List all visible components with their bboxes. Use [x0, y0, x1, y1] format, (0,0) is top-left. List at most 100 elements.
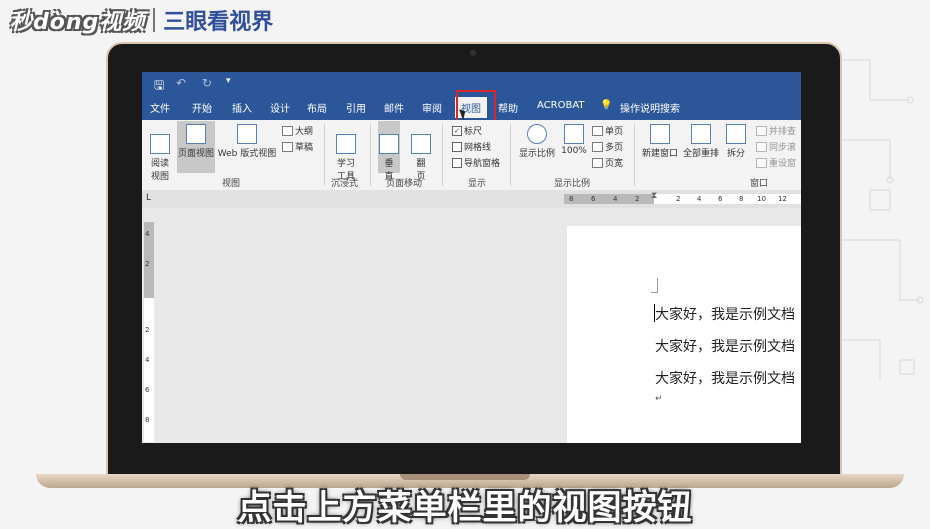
group-separator: [370, 124, 371, 186]
ruler-number: 8: [739, 195, 744, 203]
ruler-number: 6: [145, 386, 150, 394]
doc-line[interactable]: 大家好，我是示例文档: [655, 336, 795, 356]
margin-corner-mark: [651, 278, 658, 293]
laptop-camera: [470, 50, 476, 56]
page-width-label: 页宽: [605, 159, 624, 169]
group-immersive-label: 沉浸式: [331, 179, 359, 189]
page-view-label: 页面视图: [177, 149, 214, 159]
ruler-checkbox[interactable]: ✓ 标尺: [452, 124, 482, 137]
paragraph-mark: ↵: [655, 394, 663, 404]
page-width-icon: [592, 157, 603, 168]
group-separator: [634, 124, 635, 186]
split-icon: [726, 124, 746, 144]
multi-page-button[interactable]: 多页: [592, 140, 623, 153]
one-page-button[interactable]: 单页: [592, 124, 623, 137]
outline-button[interactable]: 大纲: [282, 124, 313, 137]
zoom-button[interactable]: 显示比例: [516, 124, 558, 159]
learning-tools-icon: [336, 134, 356, 154]
word-window: 🖫 ↶ ↻ ▾ 文件 开始 插入 设计 布局 引用 邮件 审阅 视图 帮助 AC…: [142, 72, 801, 443]
tab-review[interactable]: 审阅: [422, 100, 442, 115]
document-page[interactable]: 大家好，我是示例文档 大家好，我是示例文档 大家好，我是示例文档 ↵: [567, 226, 801, 443]
sync-scroll-button[interactable]: 同步滚: [756, 140, 796, 153]
nav-pane-checkbox[interactable]: 导航窗格: [452, 156, 500, 169]
one-page-icon: [592, 125, 603, 136]
read-view-icon: [150, 134, 170, 154]
gridlines-label: 网格线: [464, 143, 492, 153]
ruler-number: 4: [145, 356, 150, 364]
doc-line[interactable]: 大家好，我是示例文档: [655, 368, 795, 388]
multi-page-icon: [592, 141, 603, 152]
split-button[interactable]: 拆分: [724, 124, 748, 159]
magnifier-icon: [527, 124, 547, 144]
draft-icon: [282, 141, 293, 152]
group-zoom-label: 显示比例: [554, 179, 591, 189]
web-view-label: Web 版式视图: [217, 149, 277, 159]
group-separator: [442, 124, 443, 186]
gridlines-checkbox-box[interactable]: [452, 141, 462, 152]
quick-access-dropdown-icon[interactable]: ▾: [226, 76, 231, 86]
web-view-icon: [237, 124, 257, 144]
nav-pane-label: 导航窗格: [464, 159, 501, 169]
ribbon: 阅读 视图 页面视图 Web 版式视图 大纲 草稿 视图 学习 工具 沉浸式 垂…: [142, 120, 801, 191]
tab-mailings[interactable]: 邮件: [384, 100, 404, 115]
horizontal-ruler-bar: L 8 6 4 2 2 4 6 8 10 12 ⧗: [142, 190, 801, 208]
page-view-button[interactable]: 页面视图: [177, 124, 215, 159]
tab-file[interactable]: 文件: [150, 100, 170, 115]
arrange-all-label: 全部重排: [682, 149, 719, 159]
lightbulb-icon: 💡: [600, 100, 613, 111]
read-view-button[interactable]: 阅读 视图: [148, 124, 172, 182]
tab-references[interactable]: 引用: [346, 100, 366, 115]
indent-marker-icon[interactable]: ⧗: [651, 191, 657, 201]
tab-design[interactable]: 设计: [270, 100, 290, 115]
zoom-100-label: 100%: [561, 146, 587, 156]
ruler-label: 标尺: [464, 127, 483, 137]
flip-page-button[interactable]: 翻 页: [410, 124, 432, 182]
gridlines-checkbox[interactable]: 网格线: [452, 140, 491, 153]
draft-button[interactable]: 草稿: [282, 140, 313, 153]
ruler-number: 2: [145, 260, 150, 268]
zoom-100-icon: [564, 124, 584, 144]
ruler-number: 2: [676, 195, 681, 203]
ruler-number: 4: [613, 195, 618, 203]
tab-home[interactable]: 开始: [192, 100, 212, 115]
side-by-side-icon: [756, 125, 767, 136]
tell-me-search[interactable]: 操作说明搜索: [620, 100, 680, 115]
ruler-checkbox-box[interactable]: ✓: [452, 125, 462, 136]
tab-layout[interactable]: 布局: [307, 100, 327, 115]
group-separator: [324, 124, 325, 186]
brand-name: 三眼看视界: [163, 10, 274, 35]
outline-icon: [282, 125, 293, 136]
outline-label: 大纲: [295, 127, 314, 137]
web-view-button[interactable]: Web 版式视图: [216, 124, 278, 159]
side-by-side-button[interactable]: 并排查: [756, 124, 796, 137]
reset-position-label: 重设窗: [769, 159, 797, 169]
tab-stop-selector[interactable]: L: [146, 193, 151, 203]
doc-line[interactable]: 大家好，我是示例文档: [655, 304, 795, 324]
zoom-100-button[interactable]: 100%: [560, 124, 588, 156]
brand-separator: [153, 8, 156, 32]
tab-acrobat[interactable]: ACROBAT: [537, 100, 585, 111]
group-view-label: 视图: [222, 179, 241, 189]
page-width-button[interactable]: 页宽: [592, 156, 623, 169]
new-window-button[interactable]: 新建窗口: [640, 124, 680, 159]
new-window-icon: [650, 124, 670, 144]
side-by-side-label: 并排查: [769, 127, 797, 137]
ruler-number: 6: [591, 195, 596, 203]
split-label: 拆分: [726, 149, 745, 159]
vertical-button[interactable]: 垂 直: [378, 124, 400, 182]
undo-icon[interactable]: ↶: [176, 76, 186, 90]
ruler-number: 8: [145, 416, 150, 424]
tab-insert[interactable]: 插入: [232, 100, 252, 115]
learning-tools-button[interactable]: 学习 工具: [332, 124, 360, 182]
tab-help[interactable]: 帮助: [498, 100, 518, 115]
sync-scroll-icon: [756, 141, 767, 152]
group-page-move-label: 页面移动: [386, 179, 423, 189]
flip-page-icon: [411, 134, 431, 154]
draft-label: 草稿: [295, 143, 314, 153]
multi-page-label: 多页: [605, 143, 624, 153]
reset-position-icon: [756, 157, 767, 168]
redo-icon[interactable]: ↻: [202, 76, 212, 90]
reset-position-button[interactable]: 重设窗: [756, 156, 796, 169]
arrange-all-button[interactable]: 全部重排: [682, 124, 720, 159]
nav-pane-checkbox-box[interactable]: [452, 157, 462, 168]
